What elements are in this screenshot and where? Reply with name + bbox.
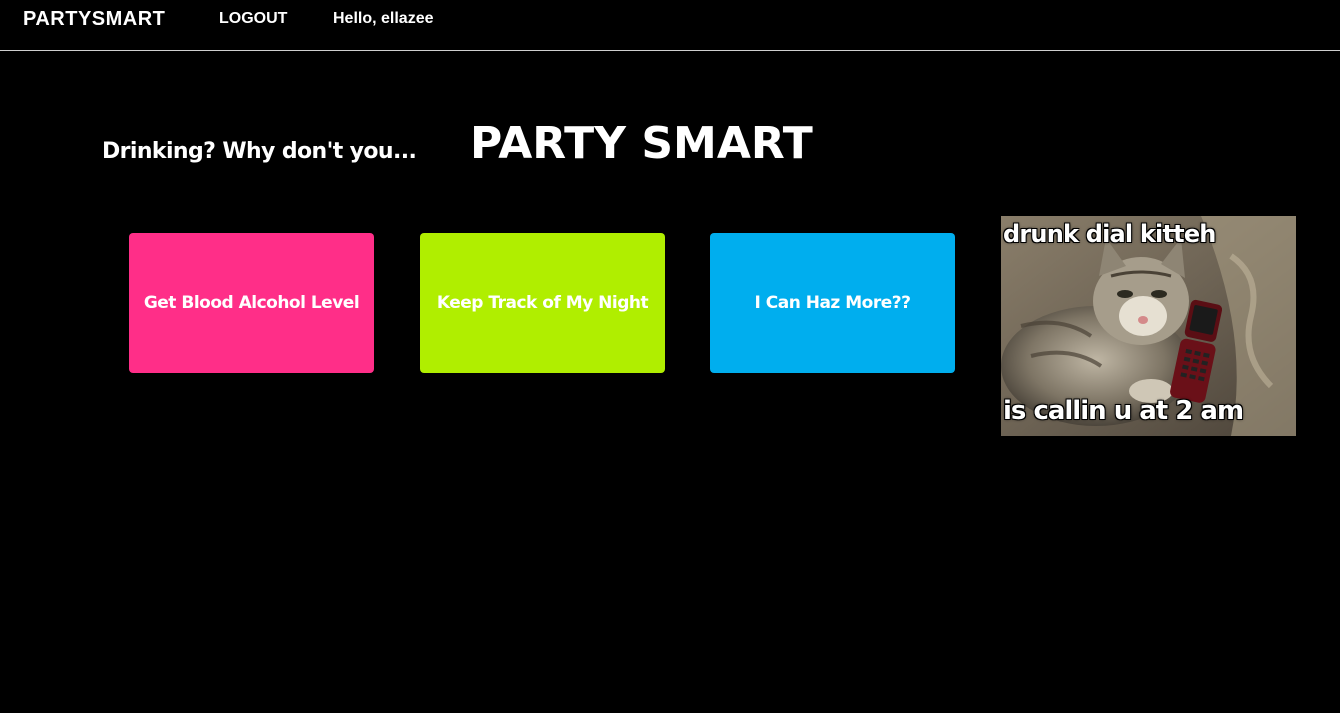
brand-logo-link[interactable]: PARTYSMART [23, 8, 165, 31]
blood-alcohol-level-label: Get Blood Alcohol Level [143, 293, 360, 313]
track-my-night-button[interactable]: Keep Track of My Night [420, 233, 665, 373]
logout-link[interactable]: LOGOUT [219, 10, 287, 28]
meme-bottom-caption: is callin u at 2 am [1003, 396, 1244, 426]
blood-alcohol-level-button[interactable]: Get Blood Alcohol Level [129, 233, 374, 373]
i-can-haz-more-label: I Can Haz More?? [754, 293, 911, 313]
drunk-dial-cat-meme-image: drunk dial kitteh is callin u at 2 am [1001, 216, 1296, 436]
track-my-night-label: Keep Track of My Night [436, 293, 649, 313]
meme-top-caption: drunk dial kitteh [1003, 220, 1216, 248]
user-greeting-link[interactable]: Hello, ellazee [333, 10, 434, 28]
top-navbar: PARTYSMART LOGOUT Hello, ellazee [0, 0, 1340, 51]
page-title: PARTY SMART [470, 118, 813, 169]
hero-tagline: Drinking? Why don't you... [102, 139, 417, 164]
i-can-haz-more-button[interactable]: I Can Haz More?? [710, 233, 955, 373]
